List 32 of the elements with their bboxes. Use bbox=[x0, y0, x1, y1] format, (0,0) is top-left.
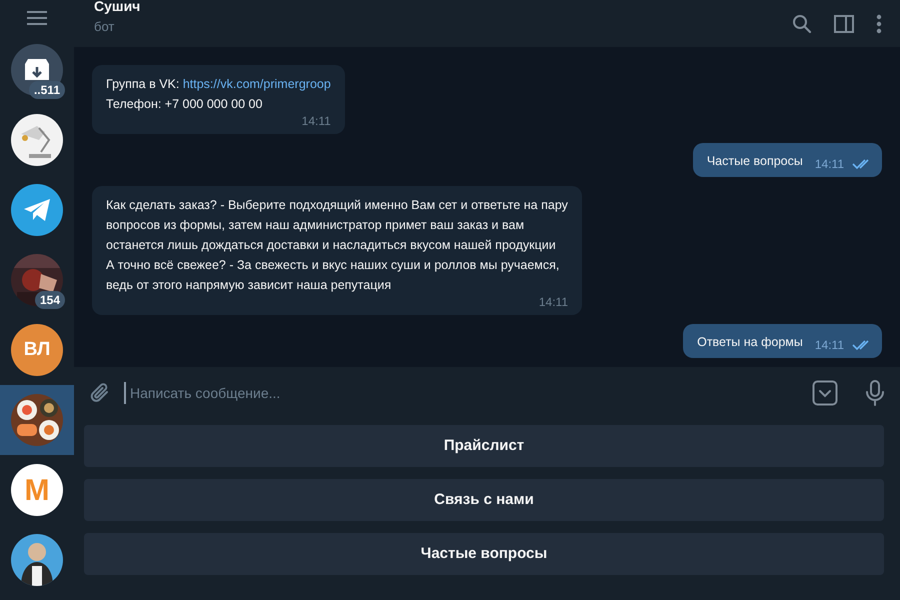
chat-title: Сушич bbox=[94, 0, 142, 14]
message-link[interactable]: https://vk.com/primergroop bbox=[182, 77, 331, 91]
message-time: 14:11 bbox=[814, 157, 844, 171]
message-text: Телефон: +7 000 000 00 00 bbox=[106, 96, 264, 113]
microphone-icon[interactable] bbox=[864, 380, 886, 406]
message-text: Как сделать заказ? - Выберите подходящий именно Вам сет и ответьте на пару вопросов из формы, затем наш администратор примет ваш заказ и вам останется лишь дождаться доставки и насладиться вкусом нашей продукции bbox=[106, 197, 568, 254]
avatar-initials: ВЛ bbox=[11, 324, 63, 376]
message-time: 14:11 bbox=[814, 338, 844, 352]
message-text: Ответы на формы bbox=[697, 334, 803, 351]
plane-icon bbox=[11, 184, 63, 236]
sidebar-toggle-icon[interactable] bbox=[834, 14, 854, 32]
keyboard-button[interactable]: Прайслист bbox=[84, 425, 884, 467]
chat-list-item[interactable] bbox=[0, 385, 74, 455]
keyboard-button[interactable]: Частые вопросы bbox=[84, 533, 884, 575]
message-text: Группа в VK: https://vk.com/primergroop bbox=[106, 76, 331, 93]
chat-list-item[interactable]: 154 bbox=[0, 245, 74, 315]
message-input[interactable]: Написать сообщение... bbox=[124, 382, 800, 404]
message-time: 14:11 bbox=[538, 295, 568, 309]
keyboard-button[interactable]: Связь с нами bbox=[84, 479, 884, 521]
composer-bar[interactable]: Написать сообщение... bbox=[74, 366, 900, 418]
keyboard-toggle-icon[interactable] bbox=[812, 380, 838, 406]
message-time: 14:11 bbox=[302, 114, 331, 128]
unread-count: ..511 bbox=[28, 81, 65, 99]
message-text: А точно всё свежее? - За свежесть и вкус наших суши и роллов мы ручаемся, ведь от этого напрямую зависит наша репутация bbox=[106, 257, 560, 294]
chat-status: бот bbox=[94, 18, 116, 36]
message-text: Частые вопросы bbox=[706, 153, 803, 170]
unread-count: 154 bbox=[34, 291, 65, 309]
search-icon[interactable] bbox=[792, 14, 812, 34]
more-icon[interactable] bbox=[876, 14, 882, 34]
menu-icon[interactable] bbox=[26, 10, 48, 26]
chat-list-item[interactable]: ..511 bbox=[0, 35, 74, 105]
avatar-logo: M bbox=[11, 464, 63, 516]
